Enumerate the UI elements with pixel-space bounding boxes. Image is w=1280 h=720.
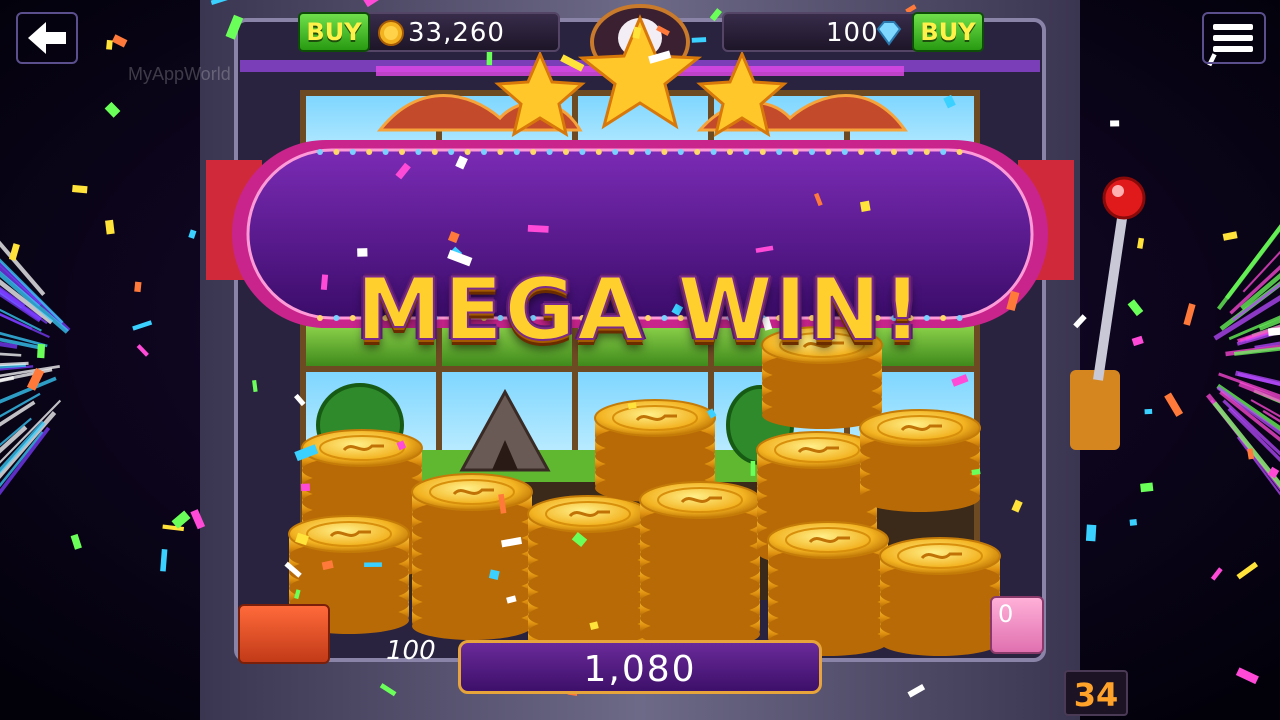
win-amount: 1,080 bbox=[461, 649, 819, 690]
coin-icon bbox=[378, 20, 404, 46]
menu-button[interactable] bbox=[1202, 12, 1266, 64]
gem-balance: 100 bbox=[826, 18, 879, 48]
level-number: 34 bbox=[1066, 676, 1126, 714]
bet-value-right: 0 bbox=[998, 600, 1013, 628]
buy-coins-button[interactable]: BUY bbox=[298, 12, 370, 52]
bet-value-left: 100 bbox=[386, 636, 436, 666]
buy-gems-button[interactable]: BUY bbox=[912, 12, 984, 52]
win-amount-panel: 1,080 bbox=[458, 640, 822, 694]
watermark: MyAppWorld bbox=[128, 64, 231, 85]
coin-balance: 33,260 bbox=[408, 18, 505, 48]
level-badge: 34 bbox=[1064, 670, 1128, 716]
bet-decrease-button[interactable] bbox=[238, 604, 330, 664]
back-button[interactable] bbox=[16, 12, 78, 64]
mega-win-title: MEGA WIN! bbox=[356, 260, 923, 360]
game-scene bbox=[0, 0, 1280, 720]
diamond-icon bbox=[874, 20, 904, 46]
